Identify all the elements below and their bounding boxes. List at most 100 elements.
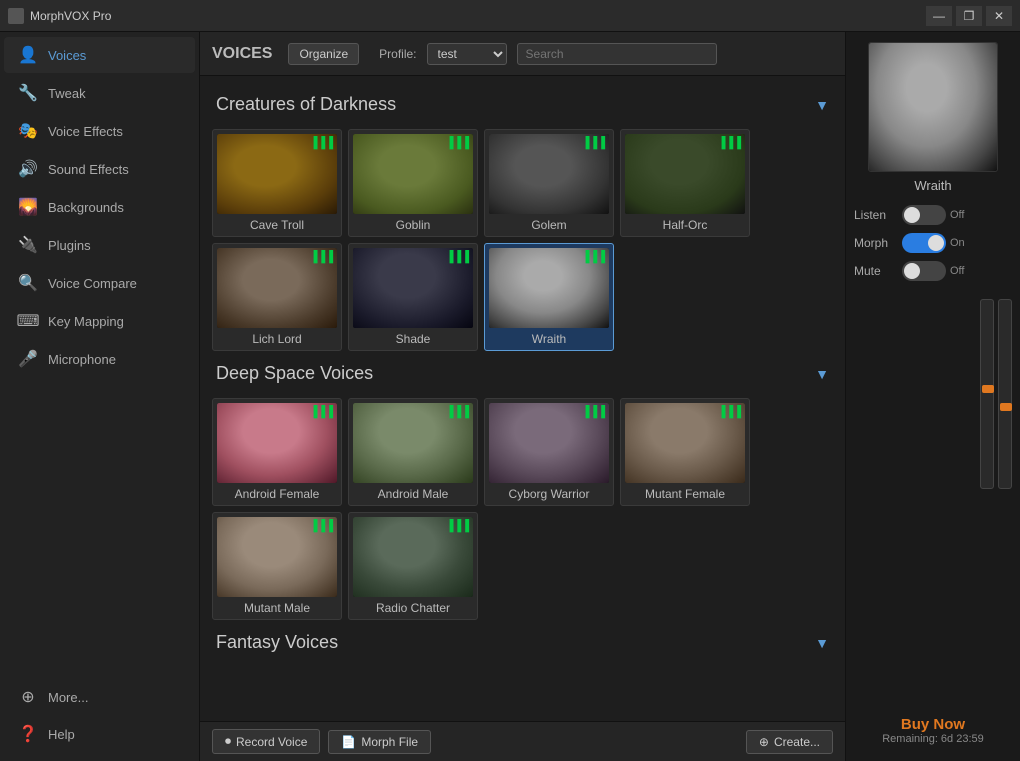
sidebar-item-key-mapping[interactable]: ⌨ Key Mapping bbox=[4, 303, 195, 339]
sidebar-item-plugins[interactable]: 🔌 Plugins bbox=[4, 227, 195, 263]
sidebar-item-sound-effects[interactable]: 🔊 Sound Effects bbox=[4, 151, 195, 187]
section-collapse-icon[interactable]: ▼ bbox=[815, 97, 829, 113]
mute-toggle[interactable] bbox=[902, 261, 946, 281]
signal-icon: ▐▐▐ bbox=[582, 251, 605, 263]
main-content: VOICES Organize Profile: test Creatures … bbox=[200, 32, 845, 761]
tweak-icon: 🔧 bbox=[18, 83, 38, 103]
voice-card-name: Cyborg Warrior bbox=[509, 487, 590, 501]
sidebar-item-label: More... bbox=[48, 690, 88, 705]
plugins-icon: 🔌 bbox=[18, 235, 38, 255]
sidebar-bottom: ⊕ More... ❓ Help bbox=[0, 678, 199, 761]
signal-icon: ▐▐▐ bbox=[310, 520, 333, 532]
section-title: Fantasy Voices bbox=[216, 632, 338, 653]
voices-area: Creatures of Darkness ▼ ▐▐▐ Cave Troll ▐… bbox=[200, 76, 845, 721]
voice-card-goblin[interactable]: ▐▐▐ Goblin bbox=[348, 129, 478, 237]
search-input[interactable] bbox=[517, 43, 717, 65]
create-icon: ⊕ bbox=[759, 735, 769, 749]
record-voice-button[interactable]: ⏺ Record Voice bbox=[212, 729, 320, 754]
voice-card-lich-lord[interactable]: ▐▐▐ Lich Lord bbox=[212, 243, 342, 351]
morph-row: Morph On bbox=[854, 233, 1012, 253]
sidebar-item-label: Sound Effects bbox=[48, 162, 129, 177]
mute-label: Mute bbox=[854, 264, 898, 278]
profile-select[interactable]: test bbox=[427, 43, 507, 65]
app-title: MorphVOX Pro bbox=[30, 9, 926, 23]
more-icon: ⊕ bbox=[18, 687, 38, 707]
voice-card-wraith[interactable]: ▐▐▐ Wraith bbox=[484, 243, 614, 351]
voice-card-cave-troll[interactable]: ▐▐▐ Cave Troll bbox=[212, 129, 342, 237]
voice-card-mutant-male[interactable]: ▐▐▐ Mutant Male bbox=[212, 512, 342, 620]
voice-card-cyborg-warrior[interactable]: ▐▐▐ Cyborg Warrior bbox=[484, 398, 614, 506]
voice-card-mutant-female[interactable]: ▐▐▐ Mutant Female bbox=[620, 398, 750, 506]
voice-compare-icon: 🔍 bbox=[18, 273, 38, 293]
create-label: Create... bbox=[774, 735, 820, 749]
listen-label: Listen bbox=[854, 208, 898, 222]
voice-card-image: ▐▐▐ bbox=[353, 134, 473, 214]
voice-card-half-orc[interactable]: ▐▐▐ Half-Orc bbox=[620, 129, 750, 237]
toggle-knob bbox=[928, 235, 944, 251]
page-title: VOICES bbox=[212, 45, 272, 63]
volume-slider-track[interactable] bbox=[998, 299, 1012, 489]
voice-grid-creatures: ▐▐▐ Cave Troll ▐▐▐ Goblin ▐▐▐ bbox=[212, 129, 833, 351]
voice-card-image: ▐▐▐ bbox=[489, 248, 609, 328]
signal-icon: ▐▐▐ bbox=[718, 137, 741, 149]
titlebar: MorphVOX Pro — ❐ ✕ bbox=[0, 0, 1020, 32]
voice-card-android-male[interactable]: ▐▐▐ Android Male bbox=[348, 398, 478, 506]
section-collapse-icon[interactable]: ▼ bbox=[815, 635, 829, 651]
buy-now-label[interactable]: Buy Now bbox=[882, 716, 984, 733]
right-panel-inner: Wraith Listen Off Morph On Mute bbox=[854, 42, 1012, 751]
voice-card-image: ▐▐▐ bbox=[489, 403, 609, 483]
buy-now-section: Buy Now Remaining: 6d 23:59 bbox=[882, 716, 984, 751]
window-controls: — ❐ ✕ bbox=[926, 6, 1012, 26]
voice-card-name: Half-Orc bbox=[663, 218, 708, 232]
section-header-deep-space: Deep Space Voices ▼ bbox=[212, 357, 833, 390]
section-collapse-icon[interactable]: ▼ bbox=[815, 366, 829, 382]
voice-card-image: ▐▐▐ bbox=[353, 517, 473, 597]
app-icon bbox=[8, 8, 24, 24]
voice-card-shade[interactable]: ▐▐▐ Shade bbox=[348, 243, 478, 351]
sidebar-item-more[interactable]: ⊕ More... bbox=[4, 679, 195, 715]
voice-effects-icon: 🎭 bbox=[18, 121, 38, 141]
sidebar-item-voices[interactable]: 👤 Voices bbox=[4, 37, 195, 73]
volume-slider-thumb bbox=[1000, 403, 1012, 411]
section-header-fantasy: Fantasy Voices ▼ bbox=[212, 626, 833, 659]
backgrounds-icon: 🌄 bbox=[18, 197, 38, 217]
sidebar-item-voice-compare[interactable]: 🔍 Voice Compare bbox=[4, 265, 195, 301]
pitch-slider-thumb bbox=[982, 385, 994, 393]
minimize-button[interactable]: — bbox=[926, 6, 952, 26]
sidebar-item-label: Plugins bbox=[48, 238, 91, 253]
organize-button[interactable]: Organize bbox=[288, 43, 359, 65]
footer-bar: ⏺ Record Voice 📄 Morph File ⊕ Create... bbox=[200, 721, 845, 761]
key-mapping-icon: ⌨ bbox=[18, 311, 38, 331]
voice-card-image: ▐▐▐ bbox=[489, 134, 609, 214]
voice-card-golem[interactable]: ▐▐▐ Golem bbox=[484, 129, 614, 237]
sidebar-item-label: Help bbox=[48, 727, 75, 742]
signal-icon: ▐▐▐ bbox=[310, 137, 333, 149]
pitch-slider-track[interactable] bbox=[980, 299, 994, 489]
listen-toggle[interactable] bbox=[902, 205, 946, 225]
voice-card-name: Shade bbox=[396, 332, 431, 346]
sound-effects-icon: 🔊 bbox=[18, 159, 38, 179]
create-button[interactable]: ⊕ Create... bbox=[746, 730, 833, 754]
microphone-icon: 🎤 bbox=[18, 349, 38, 369]
app-body: 👤 Voices 🔧 Tweak 🎭 Voice Effects 🔊 Sound… bbox=[0, 32, 1020, 761]
sidebar-item-backgrounds[interactable]: 🌄 Backgrounds bbox=[4, 189, 195, 225]
voice-card-android-female[interactable]: ▐▐▐ Android Female bbox=[212, 398, 342, 506]
voice-card-name: Goblin bbox=[396, 218, 431, 232]
profile-label: Profile: bbox=[379, 47, 416, 61]
sidebar-item-voice-effects[interactable]: 🎭 Voice Effects bbox=[4, 113, 195, 149]
preview-name: Wraith bbox=[914, 178, 951, 193]
sidebar-item-label: Voices bbox=[48, 48, 86, 63]
maximize-button[interactable]: ❐ bbox=[956, 6, 982, 26]
signal-icon: ▐▐▐ bbox=[446, 137, 469, 149]
sidebar-item-microphone[interactable]: 🎤 Microphone bbox=[4, 341, 195, 377]
sidebar-item-tweak[interactable]: 🔧 Tweak bbox=[4, 75, 195, 111]
morph-toggle[interactable] bbox=[902, 233, 946, 253]
voice-card-name: Lich Lord bbox=[252, 332, 301, 346]
voice-card-image: ▐▐▐ bbox=[217, 517, 337, 597]
signal-icon: ▐▐▐ bbox=[582, 406, 605, 418]
voice-card-radio-chatter[interactable]: ▐▐▐ Radio Chatter bbox=[348, 512, 478, 620]
voice-card-image: ▐▐▐ bbox=[625, 403, 745, 483]
close-button[interactable]: ✕ bbox=[986, 6, 1012, 26]
sidebar-item-help[interactable]: ❓ Help bbox=[4, 716, 195, 752]
morph-file-button[interactable]: 📄 Morph File bbox=[328, 730, 431, 754]
